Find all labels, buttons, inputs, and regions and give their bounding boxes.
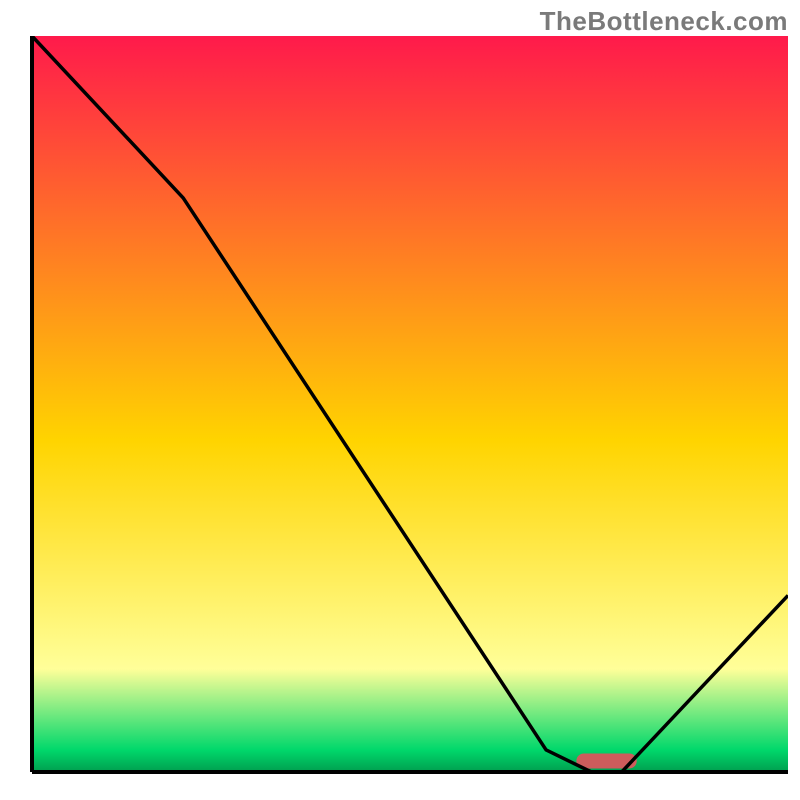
plot-background (32, 36, 788, 772)
chart-container: TheBottleneck.com (0, 0, 800, 800)
bottleneck-chart (0, 0, 800, 800)
